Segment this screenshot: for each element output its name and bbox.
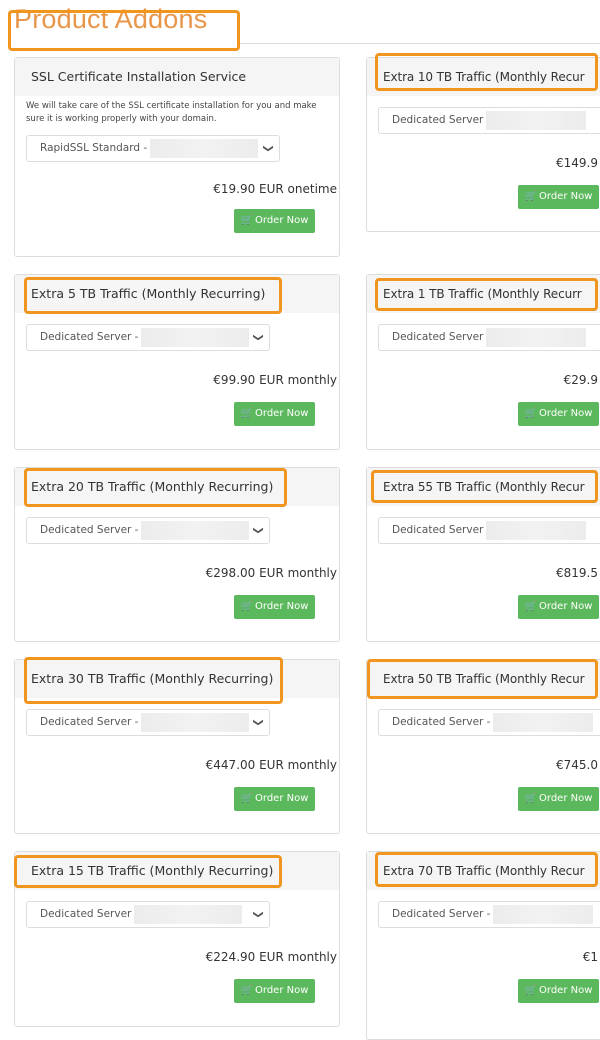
product-select[interactable]: Dedicated Server - ❯ [26,709,270,736]
cart-icon: 🛒 [240,985,254,996]
order-now-button[interactable]: 🛒 Order Now [518,595,599,619]
order-now-button[interactable]: 🛒 Order Now [234,402,315,426]
select-value: Dedicated Server [392,331,484,343]
addon-card: Extra 70 TB Traffic (Monthly Recur Dedica… [366,851,600,1040]
redacted-value [486,520,587,540]
redacted-value [141,712,250,732]
addon-card: Extra 30 TB Traffic (Monthly Recurring) D… [14,659,340,834]
addon-description: We will take care of the SSL certificate… [26,101,317,124]
addon-title: Extra 1 TB Traffic (Monthly Recurr [367,275,600,313]
redacted-value [141,520,250,540]
select-value: RapidSSL Standard - [40,142,148,154]
chevron-down-icon: ❯ [262,144,274,153]
chevron-down-icon: ❯ [252,718,264,727]
select-value: Dedicated Server [392,524,484,536]
redacted-value [486,327,587,347]
redacted-value [134,904,243,924]
product-select[interactable]: Dedicated Server - [378,901,600,928]
order-now-label: Order Now [255,985,309,996]
redacted-value [493,712,594,732]
product-select[interactable]: Dedicated Server [378,517,600,544]
select-value: Dedicated Server - [40,716,139,728]
product-select[interactable]: RapidSSL Standard - ❯ [26,135,280,162]
product-select[interactable]: Dedicated Server [378,324,600,351]
select-value: Dedicated Server - [392,716,491,728]
addon-price: €19.90 EUR onetime [213,182,337,196]
order-now-label: Order Now [539,408,593,419]
product-select[interactable]: Dedicated Server - [378,709,600,736]
addon-card: Extra 15 TB Traffic (Monthly Recurring) D… [14,851,340,1027]
redacted-value [141,327,250,347]
cart-icon: 🛒 [524,408,538,419]
addon-price: €745.0 [556,758,598,772]
order-now-button[interactable]: 🛒 Order Now [234,787,315,811]
order-now-button[interactable]: 🛒 Order Now [234,209,315,233]
addon-price: €29.9 [563,373,598,387]
addon-price: €298.00 EUR monthly [205,566,337,580]
order-now-label: Order Now [539,793,593,804]
page-title: Product Addons [14,4,208,34]
order-now-button[interactable]: 🛒 Order Now [518,402,599,426]
addon-card: Extra 55 TB Traffic (Monthly Recur Dedica… [366,467,600,642]
addon-card: SSL Certificate Installation Service We w… [14,57,340,257]
addon-title: Extra 30 TB Traffic (Monthly Recurring) [15,660,339,698]
addon-title: Extra 5 TB Traffic (Monthly Recurring) [15,275,339,313]
redacted-value [486,110,587,130]
product-select[interactable]: Dedicated Server - ❯ [26,517,270,544]
addon-price: €224.90 EUR monthly [205,950,337,964]
select-value: Dedicated Server [40,908,132,920]
order-now-button[interactable]: 🛒 Order Now [234,595,315,619]
chevron-down-icon: ❯ [252,526,264,535]
order-now-button[interactable]: 🛒 Order Now [518,979,599,1003]
addon-card: Extra 20 TB Traffic (Monthly Recurring) D… [14,467,340,642]
select-value: Dedicated Server [392,114,484,126]
select-value: Dedicated Server - [40,331,139,343]
order-now-button[interactable]: 🛒 Order Now [518,185,599,209]
product-select[interactable]: Dedicated Server ❯ [26,901,270,928]
order-now-label: Order Now [539,601,593,612]
addon-title: Extra 20 TB Traffic (Monthly Recurring) [15,468,339,506]
addon-title: Extra 15 TB Traffic (Monthly Recurring) [15,852,339,890]
addon-title: Extra 50 TB Traffic (Monthly Recur [367,660,600,698]
addon-price: €447.00 EUR monthly [205,758,337,772]
addon-price: €819.5 [556,566,598,580]
cart-icon: 🛒 [240,215,254,226]
addon-card: Extra 5 TB Traffic (Monthly Recurring) De… [14,274,340,450]
order-now-label: Order Now [255,215,309,226]
cart-icon: 🛒 [524,985,538,996]
addon-card: Extra 10 TB Traffic (Monthly Recur Dedica… [366,57,600,232]
cart-icon: 🛒 [240,793,254,804]
cart-icon: 🛒 [524,191,538,202]
cart-icon: 🛒 [524,793,538,804]
addon-title: Extra 10 TB Traffic (Monthly Recur [367,58,600,96]
addon-card: Extra 1 TB Traffic (Monthly Recurr Dedica… [366,274,600,450]
redacted-value [493,904,594,924]
divider [240,43,600,44]
cart-icon: 🛒 [240,601,254,612]
order-now-button[interactable]: 🛒 Order Now [234,979,315,1003]
product-select[interactable]: Dedicated Server - ❯ [26,324,270,351]
product-select[interactable]: Dedicated Server [378,107,600,134]
order-now-label: Order Now [255,601,309,612]
addon-title: Extra 70 TB Traffic (Monthly Recur [367,852,600,890]
select-value: Dedicated Server - [40,524,139,536]
redacted-value [150,138,259,158]
chevron-down-icon: ❯ [252,333,264,342]
cart-icon: 🛒 [240,408,254,419]
addon-title: SSL Certificate Installation Service [15,58,339,96]
addon-card: Extra 50 TB Traffic (Monthly Recur Dedica… [366,659,600,834]
order-now-label: Order Now [539,191,593,202]
order-now-label: Order Now [539,985,593,996]
addon-price: €99.90 EUR monthly [213,373,337,387]
order-now-button[interactable]: 🛒 Order Now [518,787,599,811]
cart-icon: 🛒 [524,601,538,612]
addon-title: Extra 55 TB Traffic (Monthly Recur [367,468,600,506]
select-value: Dedicated Server - [392,908,491,920]
addon-price: €1 [582,950,598,964]
addon-price: €149.9 [556,156,598,170]
order-now-label: Order Now [255,408,309,419]
order-now-label: Order Now [255,793,309,804]
chevron-down-icon: ❯ [252,910,264,919]
